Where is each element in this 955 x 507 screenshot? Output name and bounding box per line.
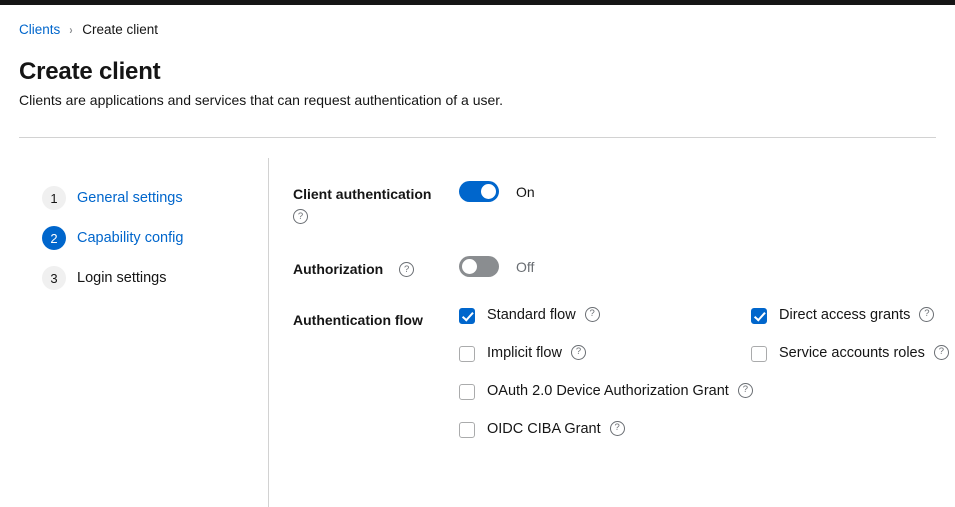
checkbox-item-service-accounts-roles[interactable]: Service accounts roles ? [751, 344, 955, 382]
wizard-step-capability-config[interactable]: 2 Capability config [42, 225, 242, 251]
checkbox-box[interactable] [459, 346, 475, 362]
toggle-authorization[interactable] [459, 256, 499, 277]
checkbox-label-text: OIDC CIBA Grant [487, 421, 601, 437]
breadcrumb-link-clients[interactable]: Clients [19, 21, 60, 39]
toggle-knob [462, 259, 477, 274]
checkbox-box[interactable] [751, 346, 767, 362]
checkbox-box[interactable] [459, 308, 475, 324]
help-icon[interactable]: ? [570, 344, 586, 360]
authentication-flow-checkbox-grid: Standard flow ? Direct access grants ? I… [459, 306, 955, 458]
breadcrumb-current-create-client: Create client [82, 22, 159, 37]
wizard-step-general-settings[interactable]: 1 General settings [42, 185, 242, 211]
top-masthead-bar [0, 0, 955, 5]
page-subtitle: Clients are applications and services th… [19, 92, 504, 108]
checkbox-item-standard-flow[interactable]: Standard flow ? [459, 306, 751, 344]
wizard-step-label: Capability config [77, 230, 184, 246]
checkbox-label: OAuth 2.0 Device Authorization Grant ? [487, 382, 753, 401]
checkbox-label-text: Direct access grants [779, 307, 911, 323]
field-label-authentication-flow: Authentication flow [293, 306, 459, 331]
checkbox-item-oidc-ciba-grant[interactable]: OIDC CIBA Grant ? [459, 420, 955, 458]
wizard-step-nav: 1 General settings 2 Capability config 3… [42, 185, 242, 305]
checkbox-label: Standard flow ? [487, 306, 600, 325]
toggle-state-label: Off [516, 258, 535, 275]
field-authorization: Authorization ? Off [293, 255, 943, 280]
checkbox-label: Service accounts roles ? [779, 344, 949, 363]
checkbox-label-text: Service accounts roles [779, 345, 925, 361]
help-icon[interactable]: ? [293, 208, 308, 224]
label-text: Authentication flow [293, 312, 423, 328]
help-icon[interactable]: ? [737, 382, 753, 398]
field-label-client-authentication: Client authentication ? [293, 180, 459, 227]
checkbox-label-text: OAuth 2.0 Device Authorization Grant [487, 383, 729, 399]
step-number-badge: 3 [42, 266, 66, 290]
wizard-step-label: General settings [77, 190, 183, 206]
breadcrumb: Clients › Create client [19, 21, 158, 39]
wizard-step-login-settings[interactable]: 3 Login settings [42, 265, 242, 291]
capability-config-form: Client authentication ? On Authorization… [293, 180, 949, 484]
checkbox-label-text: Standard flow [487, 307, 576, 323]
toggle-state-label: On [516, 183, 535, 200]
checkbox-label-text: Implicit flow [487, 345, 562, 361]
vertical-divider [268, 158, 269, 507]
step-number-badge: 2 [42, 226, 66, 250]
toggle-knob [481, 184, 496, 199]
toggle-client-authentication[interactable] [459, 181, 499, 202]
checkbox-box[interactable] [459, 422, 475, 438]
checkbox-item-implicit-flow[interactable]: Implicit flow ? [459, 344, 751, 382]
help-icon[interactable]: ? [584, 306, 600, 322]
step-number-badge: 1 [42, 186, 66, 210]
checkbox-label: Direct access grants ? [779, 306, 935, 325]
chevron-right-icon: › [69, 23, 73, 37]
checkbox-item-oauth-device-authorization-grant[interactable]: OAuth 2.0 Device Authorization Grant ? [459, 382, 955, 420]
label-text: Authorization [293, 261, 384, 277]
checkbox-label: Implicit flow ? [487, 344, 586, 363]
toggle-group-client-authentication: On [459, 180, 535, 202]
help-icon[interactable]: ? [919, 306, 935, 322]
field-authentication-flow: Authentication flow Standard flow ? Dire… [293, 306, 949, 458]
checkbox-item-direct-access-grants[interactable]: Direct access grants ? [751, 306, 955, 344]
checkbox-label: OIDC CIBA Grant ? [487, 420, 625, 439]
field-label-authorization: Authorization ? [293, 255, 459, 280]
help-icon[interactable]: ? [933, 344, 949, 360]
checkbox-box[interactable] [459, 384, 475, 400]
help-icon[interactable]: ? [609, 420, 625, 436]
page-title: Create client [19, 58, 161, 85]
label-text: Client authentication [293, 186, 432, 202]
field-client-authentication: Client authentication ? On [293, 180, 943, 227]
header-divider [19, 137, 936, 138]
help-icon[interactable]: ? [399, 261, 415, 277]
toggle-group-authorization: Off [459, 255, 534, 277]
checkbox-box[interactable] [751, 308, 767, 324]
wizard-step-label: Login settings [77, 270, 167, 286]
